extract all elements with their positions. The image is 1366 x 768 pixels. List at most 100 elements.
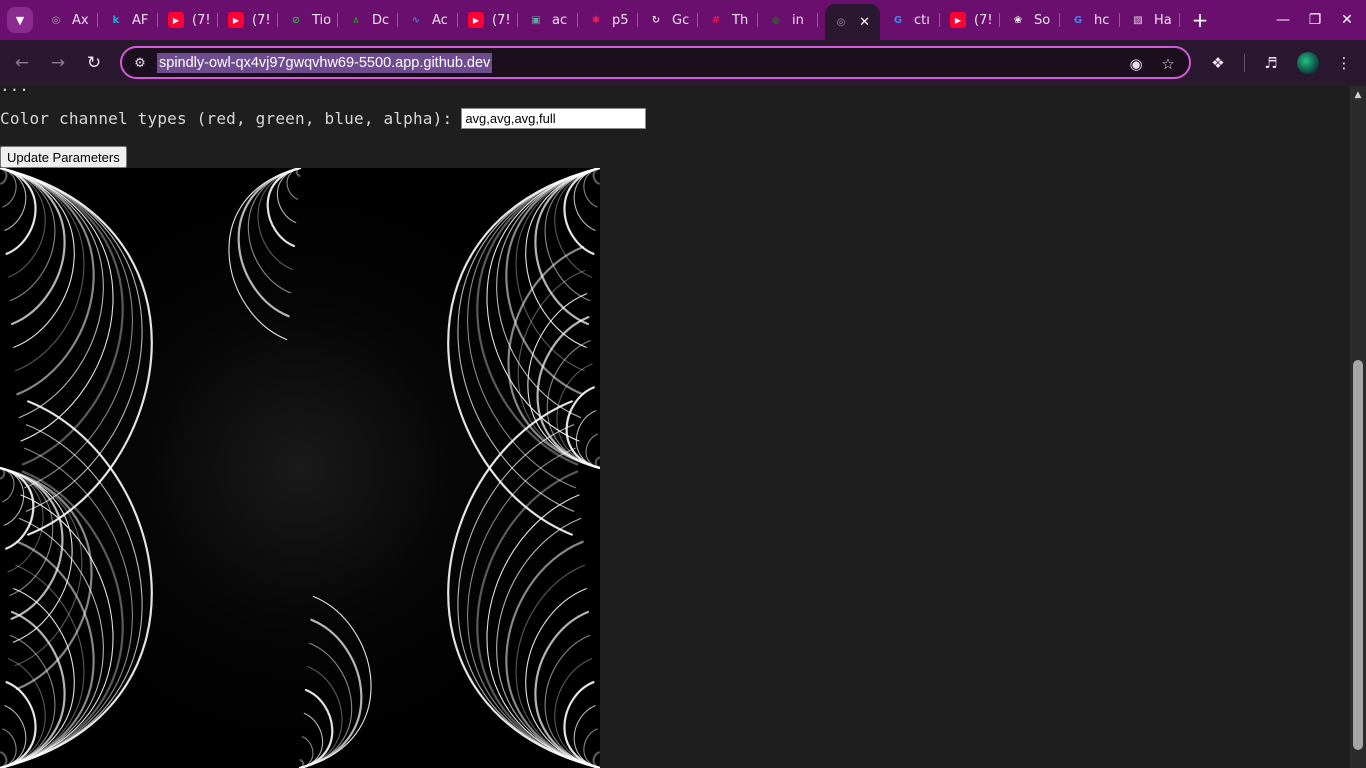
- arrow-right-icon: →: [50, 53, 66, 73]
- tab-separator: [157, 13, 158, 27]
- tab-separator: [637, 13, 638, 27]
- eye-icon[interactable]: ◉: [1125, 53, 1147, 75]
- tab-label: (7!: [252, 12, 271, 28]
- tab-label: (7!: [492, 12, 511, 28]
- browser-tab[interactable]: ❀ So: [1002, 6, 1060, 34]
- scroll-up-icon[interactable]: ▲: [1350, 88, 1366, 102]
- tab-label: Th: [732, 12, 749, 28]
- tab-separator: [1059, 13, 1060, 27]
- reload-icon: ↻: [86, 53, 102, 73]
- asterisk-icon: ✱: [591, 14, 601, 26]
- page-scrollbar[interactable]: ▲: [1350, 86, 1366, 768]
- globe-icon: ◎: [836, 16, 846, 28]
- color-channel-row: Color channel types (red, green, blue, a…: [0, 106, 647, 130]
- tab-label: (7!: [192, 12, 211, 28]
- refresh-icon: ↻: [651, 14, 661, 26]
- browser-toolbar: ← → ↻ ⚙ spindly-owl-qx4vj97gwqvhw69-5500…: [0, 40, 1366, 86]
- cut-off-text: ...: [0, 86, 29, 95]
- youtube-icon: ▶: [168, 12, 184, 28]
- address-bar[interactable]: ⚙ spindly-owl-qx4vj97gwqvhw69-5500.app.g…: [120, 46, 1191, 79]
- close-window-button[interactable]: ✕: [1331, 5, 1363, 35]
- openai-icon: ❀: [1013, 14, 1023, 26]
- browser-tab[interactable]: ◎ ✕: [825, 4, 880, 40]
- update-parameters-button[interactable]: Update Parameters: [0, 146, 127, 168]
- tab-separator: [397, 13, 398, 27]
- tab-separator: [757, 13, 758, 27]
- tab-label: in: [792, 12, 804, 28]
- tab-label: Ha: [1154, 12, 1172, 28]
- tab-separator: [1179, 13, 1180, 27]
- tab-label: Ac: [432, 12, 448, 28]
- youtube-icon: ▶: [228, 12, 244, 28]
- globe-icon: ◎: [51, 14, 61, 26]
- browser-tab[interactable]: ⊘ Tio: [280, 6, 338, 34]
- image-icon: ▧: [1133, 14, 1143, 26]
- tab-separator: [517, 13, 518, 27]
- fractal-canvas: [0, 168, 600, 768]
- tab-label: So: [1034, 12, 1051, 28]
- tab-label: ac: [552, 12, 568, 28]
- browser-tab[interactable]: ∿ Ac: [400, 6, 458, 34]
- map-icon: ▣: [531, 14, 541, 26]
- k-icon: k: [112, 14, 120, 26]
- tab-separator: [217, 13, 218, 27]
- page-content: ... Color channel types (red, green, blu…: [0, 86, 1350, 768]
- browser-tab[interactable]: ▶ (7!: [160, 6, 218, 34]
- tab-label: Dc: [372, 12, 390, 28]
- reload-button[interactable]: ↻: [79, 48, 109, 78]
- browser-tab[interactable]: ▶ (7!: [460, 6, 518, 34]
- profile-avatar[interactable]: [1297, 52, 1319, 74]
- tab-label: Tio: [312, 12, 332, 28]
- tio-icon: ⊘: [291, 14, 301, 26]
- restore-icon: ❐: [1308, 12, 1322, 28]
- back-button[interactable]: ←: [7, 48, 37, 78]
- browser-tab[interactable]: ◎ Ax: [40, 6, 98, 34]
- tab-separator: [277, 13, 278, 27]
- plus-icon: +: [1191, 8, 1209, 32]
- tab-separator: [697, 13, 698, 27]
- more-menu-icon[interactable]: ⋮: [1331, 50, 1357, 76]
- google-icon: G: [893, 14, 903, 26]
- browser-tab[interactable]: ▧ Ha: [1122, 6, 1180, 34]
- star-icon[interactable]: ☆: [1157, 53, 1179, 75]
- browser-tab[interactable]: ✱ p5: [580, 6, 638, 34]
- tab-separator: [1119, 13, 1120, 27]
- maximize-button[interactable]: ❐: [1299, 5, 1331, 35]
- tab-search-button[interactable]: ▼: [7, 7, 33, 33]
- tab-separator: [457, 13, 458, 27]
- tab-label: ctı: [914, 12, 930, 28]
- browser-tab[interactable]: Gctı: [882, 6, 940, 34]
- forward-button[interactable]: →: [43, 48, 73, 78]
- tab-label: p5: [612, 12, 629, 28]
- browser-tab[interactable]: k AF: [100, 6, 158, 34]
- media-control-icon[interactable]: ♬: [1258, 50, 1284, 76]
- toolbar-divider: [1244, 54, 1245, 72]
- chart-icon: ∧: [351, 14, 361, 26]
- browser-tab[interactable]: Ghc: [1062, 6, 1120, 34]
- tab-separator: [939, 13, 940, 27]
- browser-tab[interactable]: ● in: [760, 6, 818, 34]
- youtube-icon: ▶: [950, 12, 966, 28]
- tab-label: hc: [1094, 12, 1110, 28]
- chevron-down-icon: ▼: [15, 13, 25, 27]
- tab-separator: [999, 13, 1000, 27]
- new-tab-button[interactable]: +: [1188, 7, 1212, 33]
- extensions-icon[interactable]: ❖: [1205, 50, 1231, 76]
- tab-separator: [817, 13, 818, 27]
- close-tab-icon[interactable]: ✕: [859, 15, 870, 30]
- tab-label: (7!: [974, 12, 993, 28]
- tab-separator: [337, 13, 338, 27]
- site-settings-icon[interactable]: ⚙: [130, 53, 150, 73]
- browser-tab[interactable]: ▣ ac: [520, 6, 578, 34]
- color-channel-input[interactable]: [461, 107, 647, 129]
- scroll-thumb[interactable]: [1353, 360, 1363, 750]
- browser-tab[interactable]: ▶ (7!: [942, 6, 1000, 34]
- arrow-left-icon: ←: [14, 53, 30, 73]
- minimize-button[interactable]: —: [1267, 5, 1299, 35]
- waveform-icon: ∿: [411, 14, 421, 26]
- browser-tab[interactable]: # Th: [700, 6, 758, 34]
- browser-tab[interactable]: ▶ (7!: [220, 6, 278, 34]
- browser-tab[interactable]: ↻ Gc: [640, 6, 698, 34]
- browser-tab[interactable]: ∧ Dc: [340, 6, 398, 34]
- url-text[interactable]: spindly-owl-qx4vj97gwqvhw69-5500.app.git…: [157, 53, 493, 73]
